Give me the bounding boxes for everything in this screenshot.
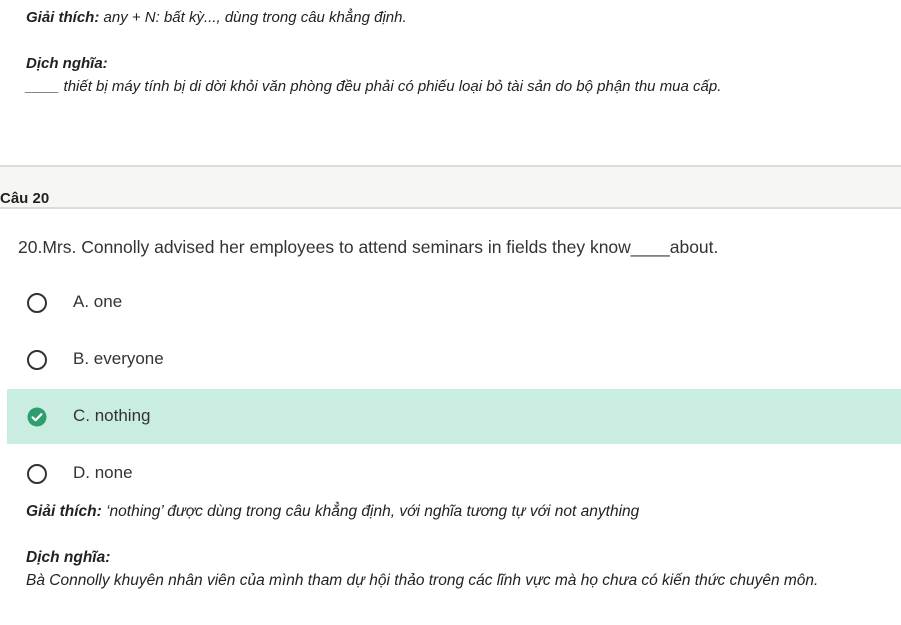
radio-unchecked-icon[interactable] bbox=[27, 464, 47, 484]
question-number: Câu 20 bbox=[0, 190, 50, 207]
option-label: A. one bbox=[73, 292, 123, 311]
previous-explanation: Giải thích: any + N: bất kỳ..., dùng tro… bbox=[26, 9, 407, 26]
option-label: C. nothing bbox=[73, 406, 151, 425]
previous-explanation-text: any + N: bất kỳ..., dùng trong câu khẳng… bbox=[99, 9, 407, 26]
option-d[interactable]: D. none bbox=[7, 446, 901, 501]
explanation-label: Giải thích: bbox=[26, 503, 102, 520]
previous-explanation-label: Giải thích: bbox=[26, 9, 100, 26]
quiz-page: Giải thích: any + N: bất kỳ..., dùng tro… bbox=[0, 0, 901, 625]
option-a[interactable]: A. one bbox=[7, 275, 901, 330]
option-b[interactable]: B. everyone bbox=[7, 332, 901, 387]
translation-label: Dịch nghĩa: bbox=[26, 549, 111, 566]
previous-translation-text: ____ thiết bị máy tính bị di dời khỏi vă… bbox=[26, 78, 722, 95]
check-circle-icon[interactable] bbox=[27, 407, 47, 427]
question-text: 20.Mrs. Connolly advised her employees t… bbox=[18, 237, 719, 257]
radio-unchecked-icon[interactable] bbox=[27, 350, 47, 370]
explanation: Giải thích: ‘nothing’ được dùng trong câ… bbox=[26, 503, 639, 521]
question-header-bar bbox=[0, 165, 901, 209]
translation-text: Bà Connolly khuyên nhân viên của mình th… bbox=[26, 572, 819, 589]
option-c[interactable]: C. nothing bbox=[7, 389, 901, 444]
option-label: D. none bbox=[73, 463, 133, 482]
previous-translation-label: Dịch nghĩa: bbox=[26, 55, 108, 72]
option-label: B. everyone bbox=[73, 349, 164, 368]
explanation-text: ‘nothing’ được dùng trong câu khẳng định… bbox=[101, 503, 640, 520]
radio-unchecked-icon[interactable] bbox=[27, 293, 47, 313]
